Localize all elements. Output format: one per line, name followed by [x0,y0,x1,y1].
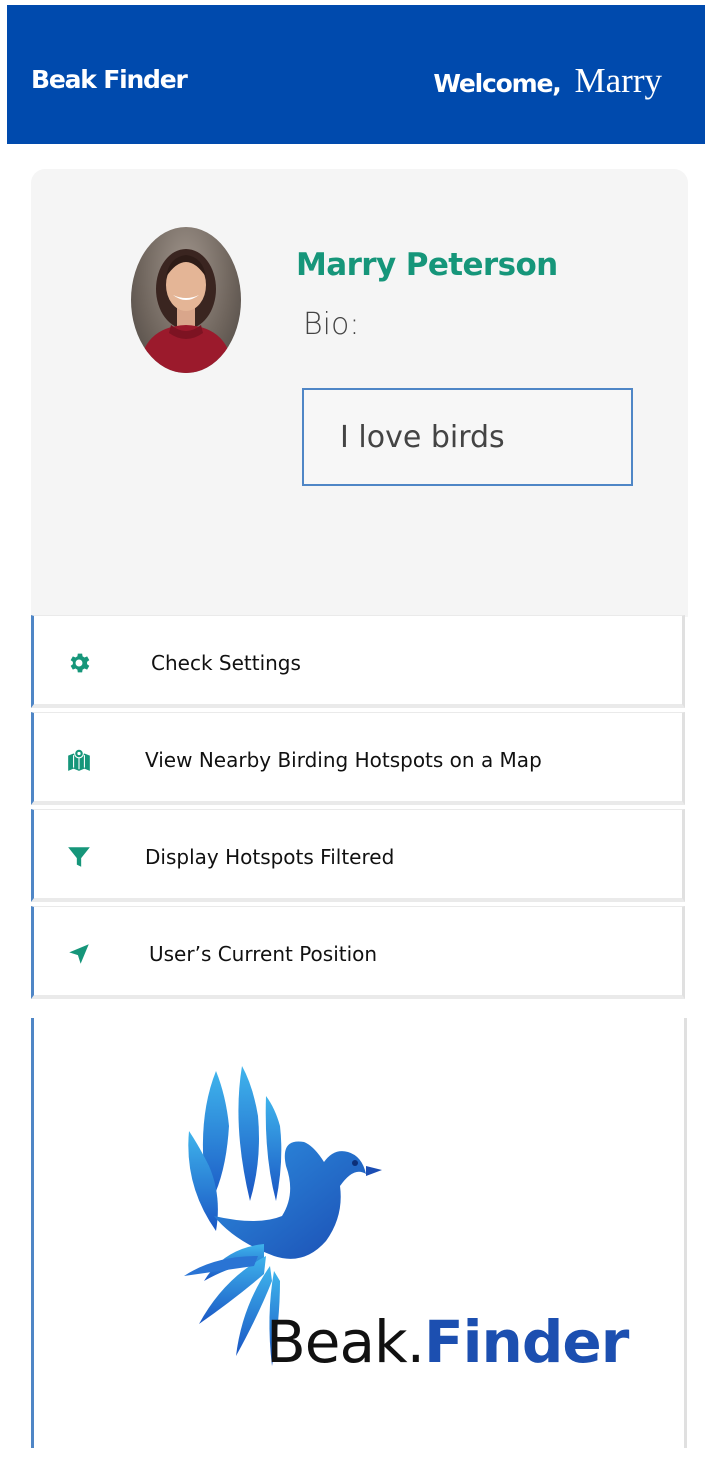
avatar [131,227,241,373]
menu-label-current-position: User’s Current Position [149,942,378,966]
bio-value: I love birds [340,419,505,455]
action-menu: Check Settings View Nearby Birding Hotsp… [31,615,687,1003]
map-icon [66,747,92,773]
bio-field[interactable]: I love birds [302,388,633,486]
menu-item-display-filtered[interactable]: Display Hotspots Filtered [31,809,685,902]
menu-label-view-map: View Nearby Birding Hotspots on a Map [145,748,542,772]
menu-label-check-settings: Check Settings [151,651,301,675]
gear-icon [66,650,92,676]
menu-label-display-filtered: Display Hotspots Filtered [145,845,395,869]
profile-card: Marry Peterson Bio: I love birds [31,169,688,617]
logo-wordmark: Beak.Finder [266,1308,629,1376]
logo-text-beak: Beak. [266,1308,425,1376]
welcome-message: Welcome, Marry [433,61,662,101]
welcome-label: Welcome, [433,69,561,98]
menu-item-current-position[interactable]: User’s Current Position [31,906,685,999]
location-arrow-icon [66,941,92,967]
bio-label: Bio: [303,307,360,342]
logo-panel: Beak.Finder [31,1018,687,1448]
menu-item-check-settings[interactable]: Check Settings [31,615,685,708]
filter-icon [66,844,92,870]
avatar-photo [139,249,233,373]
top-navbar: Beak Finder Welcome, Marry [7,5,705,144]
menu-item-view-map[interactable]: View Nearby Birding Hotspots on a Map [31,712,685,805]
profile-name: Marry Peterson [296,247,558,283]
brand-title[interactable]: Beak Finder [31,65,188,94]
welcome-user-name: Marry [574,61,662,100]
logo-text-finder: Finder [424,1308,629,1376]
